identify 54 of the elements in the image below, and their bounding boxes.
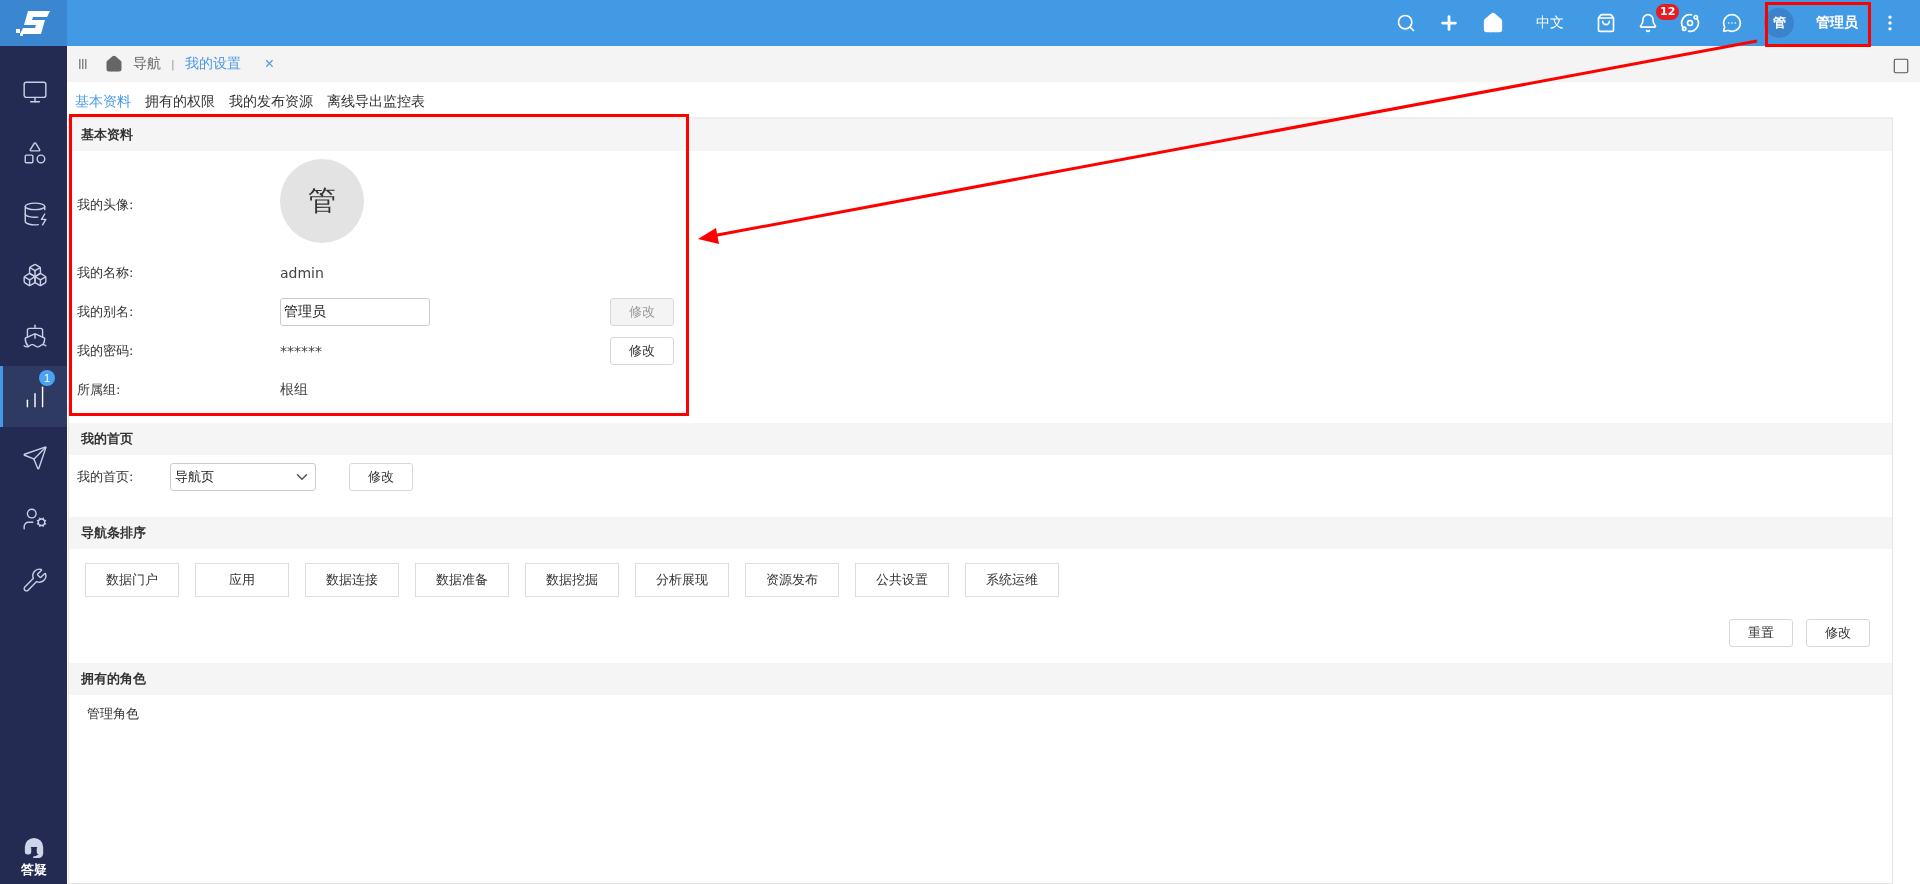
section-header: 基本资料	[69, 119, 1892, 151]
modify-button[interactable]: 修改	[349, 463, 414, 491]
modify-button[interactable]: 修改	[610, 336, 674, 365]
search-icon[interactable]	[1396, 13, 1416, 33]
chat-icon[interactable]	[1722, 13, 1742, 33]
nav-order-item[interactable]: 数据门户	[85, 563, 179, 597]
field-value: admin	[280, 264, 324, 281]
bell-icon[interactable]	[1638, 13, 1658, 33]
field-value: 根组	[280, 380, 308, 399]
shopping-bag-icon[interactable]	[1596, 13, 1616, 33]
boxes-icon	[22, 261, 48, 288]
nav-order-item[interactable]: 资源发布	[745, 563, 839, 597]
square-icon[interactable]	[1892, 57, 1910, 75]
nav-order-item[interactable]: 系统运维	[965, 563, 1059, 597]
breadcrumb-link[interactable]: 导航	[133, 55, 161, 73]
shapes-icon	[22, 139, 48, 166]
home-icon	[105, 55, 123, 73]
profile-avatar: 管	[280, 159, 364, 243]
alias-input[interactable]: 管理员	[280, 297, 430, 326]
field-label: 我的密码:	[77, 341, 134, 360]
menu-handle-icon[interactable]	[79, 59, 87, 69]
paper-plane-icon	[22, 444, 48, 471]
breadcrumb-separator: |	[171, 57, 175, 71]
field-label: 我的别名:	[77, 302, 134, 321]
nav-order-item[interactable]: 数据连接	[305, 563, 399, 597]
orbit-icon[interactable]	[1680, 13, 1700, 33]
tab[interactable]: 离线导出监控表	[327, 93, 425, 111]
nav-order-item[interactable]: 应用	[195, 563, 289, 597]
tab[interactable]: 拥有的权限	[145, 93, 215, 111]
notification-badge: 12	[1656, 4, 1680, 20]
section-header: 拥有的角色	[69, 663, 1892, 695]
reset-button[interactable]: 重置	[1729, 619, 1793, 647]
homepage-select[interactable]: 导航页	[170, 463, 317, 491]
help-button[interactable]: 答疑	[0, 836, 67, 880]
plus-icon[interactable]	[1438, 12, 1460, 34]
nav-order-item[interactable]: 数据准备	[415, 563, 509, 597]
count-badge: 1	[39, 370, 55, 386]
role-name: 管理角色	[86, 705, 140, 723]
headset-icon	[22, 837, 45, 859]
tab[interactable]: 我的发布资源	[229, 93, 313, 111]
field-label: 我的名称:	[77, 263, 134, 282]
tools-icon	[22, 566, 48, 593]
field-label: 所属组:	[77, 380, 121, 399]
field-label: 我的头像:	[77, 196, 134, 214]
modify-button[interactable]: 修改	[1806, 619, 1870, 647]
section-header: 我的首页	[69, 423, 1892, 455]
field-label: 我的首页:	[77, 468, 134, 486]
logo[interactable]	[0, 0, 67, 46]
section-header: 导航条排序	[69, 517, 1892, 549]
field-value: ******	[280, 342, 322, 359]
nav-order-item[interactable]: 数据挖掘	[525, 563, 619, 597]
nav-order-item[interactable]: 公共设置	[855, 563, 949, 597]
nav-order-item[interactable]: 分析展现	[635, 563, 729, 597]
home-icon[interactable]	[1482, 12, 1504, 34]
